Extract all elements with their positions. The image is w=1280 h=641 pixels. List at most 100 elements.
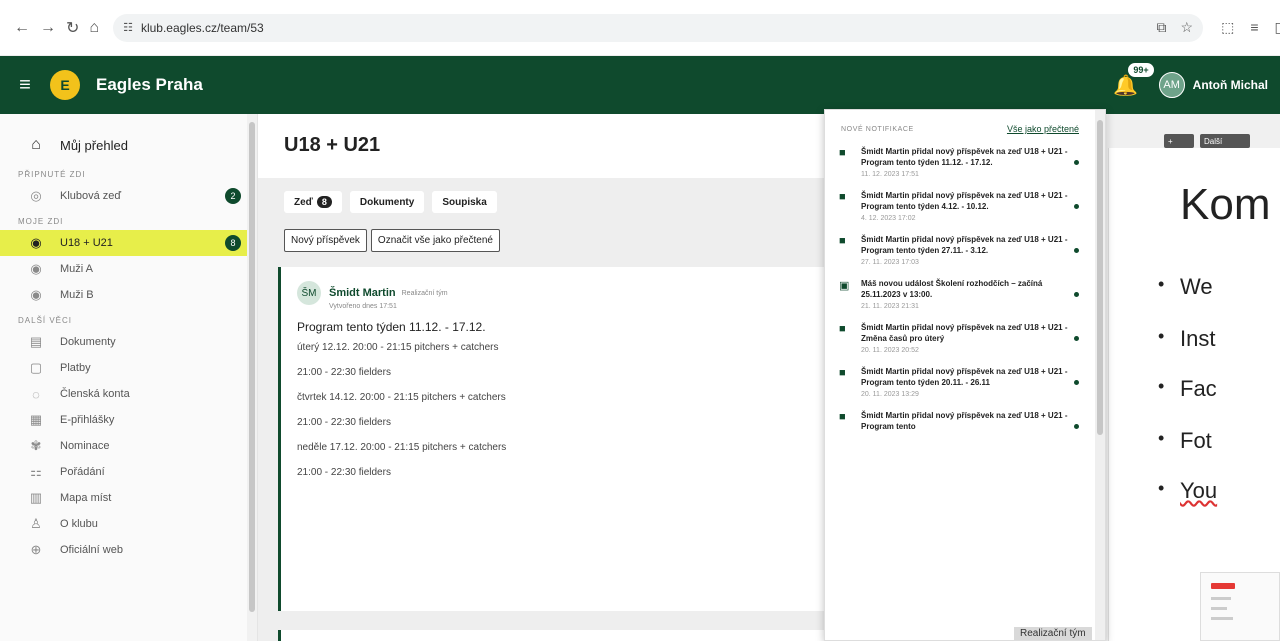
sidebar-item-overview[interactable]: ⌂ Můj přehled [0, 128, 257, 162]
notification-date: 11. 12. 2023 17:51 [861, 171, 919, 178]
scrollbar-thumb[interactable] [249, 122, 255, 612]
tab-roster[interactable]: Soupiska [432, 191, 497, 213]
chat-icon: ■ [839, 323, 846, 335]
extensions-icon[interactable]: ⬚ [1221, 19, 1234, 36]
mark-all-read-link[interactable]: Vše jako přečtené [1007, 124, 1079, 134]
user-avatar[interactable]: AM [1158, 72, 1185, 98]
notification-text: Šmidt Martin přidal nový příspěvek na ze… [861, 235, 1068, 255]
thumbnail-line [1211, 597, 1231, 600]
forward-icon[interactable]: → [40, 17, 56, 39]
notification-item[interactable]: ■ Šmidt Martin přidal nový příspěvek na … [825, 404, 1105, 438]
slide-bullet-text: Inst [1180, 326, 1216, 351]
slide-bullet-text: We [1180, 274, 1213, 299]
tab-count-badge: 8 [316, 196, 332, 208]
thumbnail-line [1211, 617, 1233, 620]
notification-item[interactable]: ■ Šmidt Martin přidal nový příspěvek na … [825, 360, 1105, 404]
sidebar-item-label: Muži A [60, 263, 94, 275]
notification-item[interactable]: ■ Šmidt Martin přidal nový příspěvek na … [825, 228, 1105, 272]
sidebar-item-label: Členská konta [60, 388, 130, 400]
install-icon[interactable]: ⧉ [1157, 19, 1167, 36]
bookmark-star-icon[interactable]: ☆ [1181, 19, 1194, 36]
split-view-icon[interactable]: ◫ [1274, 19, 1280, 36]
sidebar-item-organizing[interactable]: ⚏ Pořádání [0, 459, 257, 485]
url-text: klub.eagles.cz/team/53 [140, 20, 264, 35]
team-wall-icon: ◉ [30, 235, 42, 250]
tab-wall[interactable]: Zeď 8 [284, 191, 342, 213]
sidebar-item-club-wall[interactable]: ◎ Klubová zeď 2 [0, 183, 257, 209]
sidebar-item-label: U18 + U21 [60, 237, 113, 249]
sidebar-item-muzi-a[interactable]: ◉ Muži A [0, 256, 257, 282]
site-info-icon[interactable]: ☷ [123, 21, 133, 34]
notifications-scrollbar[interactable] [1095, 110, 1105, 640]
notification-bell-icon[interactable]: 🔔 99+ [1113, 62, 1155, 98]
unread-dot [1074, 380, 1079, 385]
slide-next-button[interactable]: Další [1200, 134, 1250, 148]
home-icon[interactable]: ⌂ [89, 17, 99, 39]
address-bar[interactable]: ☷ klub.eagles.cz/team/53 ⧉ ☆ [113, 13, 1204, 42]
notification-date: 20. 11. 2023 13:29 [861, 391, 919, 398]
sidebar-item-label: Můj přehled [60, 137, 128, 153]
notification-text: Máš novou událost Školení rozhodčích – z… [861, 279, 1043, 299]
tab-documents[interactable]: Dokumenty [349, 191, 425, 213]
nomination-icon: ✾ [30, 438, 42, 453]
home-icon: ⌂ [31, 136, 41, 153]
form-icon: ▦ [29, 412, 43, 427]
hamburger-menu-icon[interactable]: ≡ [0, 74, 50, 97]
unread-count-badge: 8 [225, 235, 241, 251]
notifications-header: NOVÉ NOTIFIKACE Vše jako přečtené [825, 110, 1105, 140]
person-icon: ♙ [30, 516, 42, 531]
notification-item[interactable]: ■ Šmidt Martin přidal nový příspěvek na … [825, 316, 1105, 360]
user-name[interactable]: Antoň Michal [1193, 78, 1268, 92]
chat-icon: ■ [839, 147, 846, 159]
sidebar-item-label: Dokumenty [60, 336, 116, 348]
eagles-logo[interactable]: E [50, 70, 80, 100]
new-post-button[interactable]: Nový příspěvek [284, 229, 367, 252]
sidebar-item-muzi-b[interactable]: ◉ Muži B [0, 282, 257, 308]
slide-bullet-text: Fac [1180, 376, 1217, 401]
sidebar-item-u18-u21[interactable]: ◉ U18 + U21 8 [0, 230, 257, 256]
sidebar-item-label: Mapa míst [60, 492, 112, 504]
slide-bullet-text: You [1180, 478, 1218, 503]
wall-icon: ◎ [30, 188, 42, 203]
sidebar-section-mine: MOJE ZDI [18, 217, 64, 226]
team-wall-icon: ◉ [30, 287, 42, 302]
realizacni-tym-tag: Realizační tým [1014, 627, 1092, 640]
notification-item[interactable]: ■ Šmidt Martin přidal nový příspěvek na … [825, 140, 1105, 184]
reload-icon[interactable]: ↻ [66, 17, 79, 39]
notifications-label: NOVÉ NOTIFIKACE [841, 125, 914, 133]
sidebar-item-map[interactable]: ▥ Mapa míst [0, 485, 257, 511]
unread-dot [1074, 424, 1079, 429]
sidebar-item-nominations[interactable]: ✾ Nominace [0, 433, 257, 459]
unread-dot [1074, 292, 1079, 297]
tab-label: Zeď [294, 196, 313, 208]
payments-icon: ▢ [29, 360, 43, 375]
scrollbar-thumb[interactable] [1097, 120, 1103, 435]
sidebar-item-e-applications[interactable]: ▦ E-přihlášky [0, 407, 257, 433]
notification-date: 27. 11. 2023 17:03 [861, 259, 919, 266]
slide-bullet: • You [1158, 478, 1218, 503]
slide-toolbar-button[interactable]: + [1164, 134, 1194, 148]
notification-item[interactable]: ▣ Máš novou událost Školení rozhodčích –… [825, 272, 1105, 316]
sidebar-item-about[interactable]: ♙ O klubu [0, 511, 257, 537]
mark-all-read-button[interactable]: Označit vše jako přečtené [370, 229, 500, 252]
notifications-panel: NOVÉ NOTIFIKACE Vše jako přečtené ■ Šmid… [824, 109, 1106, 641]
back-icon[interactable]: ← [14, 17, 30, 39]
sidebar-item-official-web[interactable]: ⊕ Oficiální web [0, 537, 257, 563]
author-avatar[interactable]: ŠM [297, 281, 321, 305]
sidebar-item-label: Muži B [60, 289, 94, 301]
notification-count-badge: 99+ [1127, 62, 1155, 78]
notification-text: Šmidt Martin přidal nový příspěvek na ze… [861, 323, 1068, 343]
sidebar-item-member-accounts[interactable]: ◌ Členská konta [0, 381, 257, 407]
sidebar-scrollbar[interactable] [247, 114, 257, 641]
notification-item[interactable]: ■ Šmidt Martin přidal nový příspěvek na … [825, 184, 1105, 228]
globe-icon: ⊕ [30, 542, 42, 557]
sidebar-section-other: DALŠÍ VĚCI [18, 316, 73, 325]
calendar-icon: ▣ [839, 280, 850, 292]
post-author[interactable]: Šmidt Martin [329, 287, 396, 299]
notification-text: Šmidt Martin přidal nový příspěvek na ze… [861, 147, 1068, 167]
sidebar-item-documents[interactable]: ▤ Dokumenty [0, 329, 257, 355]
sidebar-item-payments[interactable]: ▢ Platby [0, 355, 257, 381]
slide-bullet: • Fac [1158, 376, 1217, 401]
reading-list-icon[interactable]: ≡ [1250, 19, 1258, 36]
brand-name[interactable]: Eagles Praha [96, 75, 203, 95]
